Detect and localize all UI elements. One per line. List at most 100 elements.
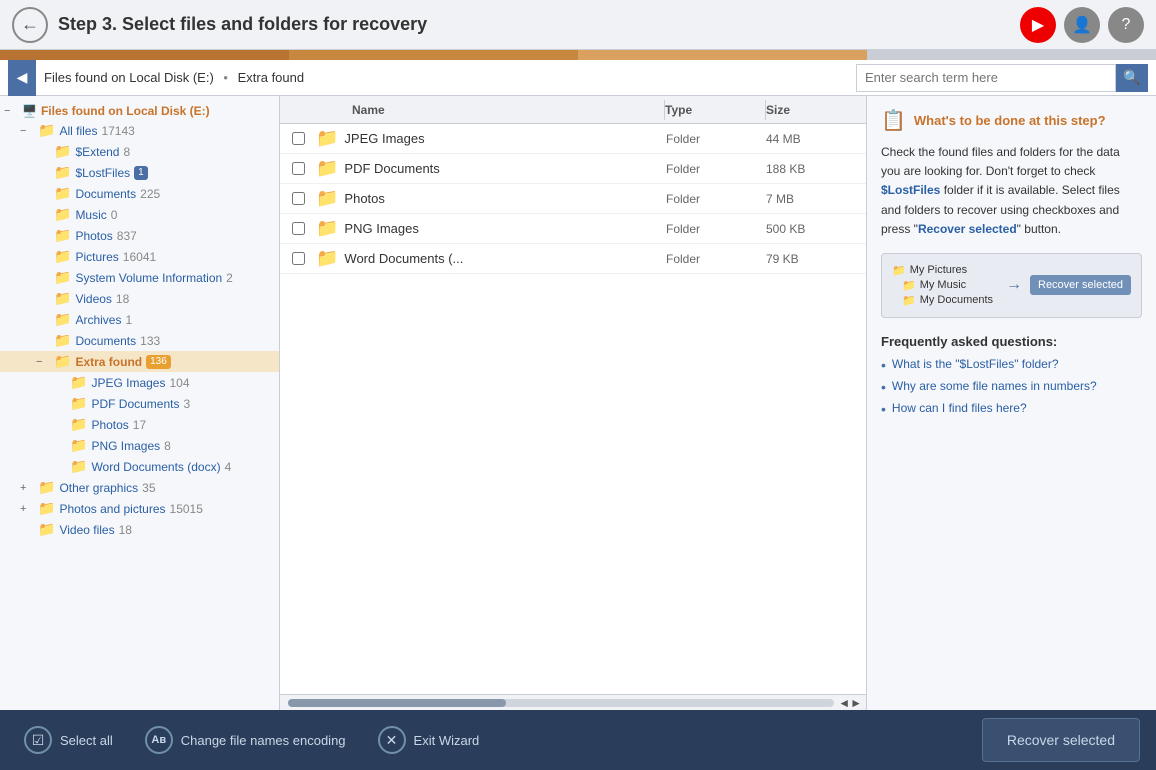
file-type-2: Folder — [666, 192, 766, 206]
file-row[interactable]: 📁 JPEG Images Folder 44 MB — [280, 124, 866, 154]
tree-panel: − 🖥️ Files found on Local Disk (E:) − 📁 … — [0, 96, 280, 710]
file-name-0: JPEG Images — [344, 131, 666, 146]
breadcrumb-current: Extra found — [238, 70, 305, 85]
file-name-3: PNG Images — [344, 221, 666, 236]
tree-label-video-files: Video files — [59, 523, 114, 537]
file-checkbox-1[interactable] — [280, 162, 316, 175]
tree-expand-all-files[interactable]: − — [20, 125, 34, 137]
search-input[interactable] — [856, 64, 1116, 92]
tree-item-photos[interactable]: + 📁 Photos 837 — [0, 225, 279, 246]
tree-label-photos: Photos — [75, 229, 112, 243]
folder-icon-sysvolinfo: 📁 — [54, 269, 71, 286]
back-button[interactable]: ← — [12, 7, 48, 43]
file-row[interactable]: 📁 PNG Images Folder 500 KB — [280, 214, 866, 244]
diagram-recover-button[interactable]: Recover selected — [1030, 275, 1131, 295]
tree-expand-photos-pictures[interactable]: + — [20, 503, 34, 515]
faq-link-0[interactable]: What is the "$LostFiles" folder? — [892, 357, 1059, 371]
checkbox-3[interactable] — [292, 222, 305, 235]
search-button[interactable]: 🔍 — [1116, 64, 1148, 92]
tree-item-photos2[interactable]: + 📁 Photos 17 — [0, 414, 279, 435]
faq-item-1: • Why are some file names in numbers? — [881, 379, 1142, 395]
folder-icon-extend: 📁 — [54, 143, 71, 160]
folder-icon-music: 📁 — [54, 206, 71, 223]
recover-selected-button[interactable]: Recover selected — [982, 718, 1140, 762]
file-name-2: Photos — [344, 191, 666, 206]
tree-item-photos-pictures[interactable]: + 📁 Photos and pictures 15015 — [0, 498, 279, 519]
tree-item-documents-133[interactable]: + 📁 Documents 133 — [0, 330, 279, 351]
tree-item-extrafound[interactable]: − 📁 Extra found 136 — [0, 351, 279, 372]
faq-section: Frequently asked questions: • What is th… — [881, 334, 1142, 417]
file-checkbox-2[interactable] — [280, 192, 316, 205]
faq-link-2[interactable]: How can I find files here? — [892, 401, 1027, 415]
tree-item-sysvolinfo[interactable]: + 📁 System Volume Information 2 — [0, 267, 279, 288]
youtube-button[interactable]: ▶ — [1020, 7, 1056, 43]
tree-item-pdf-docs[interactable]: + 📁 PDF Documents 3 — [0, 393, 279, 414]
scroll-left-arrow[interactable]: ◄ — [838, 696, 850, 710]
tree-count-all-files: 17143 — [101, 124, 134, 138]
file-checkbox-4[interactable] — [280, 252, 316, 265]
tree-label-word: Word Documents (docx) — [91, 460, 220, 474]
tree-item-documents[interactable]: + 📁 Documents 225 — [0, 183, 279, 204]
breadcrumb-back-button[interactable]: ◀ — [8, 60, 36, 96]
step-number: Step 3. — [58, 14, 117, 34]
file-checkbox-0[interactable] — [280, 132, 316, 145]
tree-count-archives: 1 — [125, 313, 132, 327]
tree-item-music[interactable]: + 📁 Music 0 — [0, 204, 279, 225]
folder-icon-png: 📁 — [70, 437, 87, 454]
exit-icon: ✕ — [378, 726, 406, 754]
tree-expand-other-graphics[interactable]: + — [20, 482, 34, 494]
tree-root-expand[interactable]: − — [4, 105, 18, 117]
tree-label-all-files: All files — [59, 124, 97, 138]
select-all-icon: ☑ — [24, 726, 52, 754]
tree-expand-extrafound[interactable]: − — [36, 356, 50, 368]
checkbox-2[interactable] — [292, 192, 305, 205]
file-row[interactable]: 📁 Photos Folder 7 MB — [280, 184, 866, 214]
checkbox-0[interactable] — [292, 132, 305, 145]
tree-item-lostfiles[interactable]: + 📁 $LostFiles 1 — [0, 162, 279, 183]
step-description: Select files and folders for recovery — [122, 14, 427, 34]
search-area: 🔍 — [856, 64, 1148, 92]
file-row[interactable]: 📁 Word Documents (... Folder 79 KB — [280, 244, 866, 274]
select-all-label: Select all — [60, 733, 113, 748]
tree-label-sysvolinfo: System Volume Information — [75, 271, 222, 285]
tree-item-video-files[interactable]: + 📁 Video files 18 — [0, 519, 279, 540]
file-type-3: Folder — [666, 222, 766, 236]
tree-label-videos: Videos — [75, 292, 111, 306]
tree-item-videos[interactable]: + 📁 Videos 18 — [0, 288, 279, 309]
tree-item-pictures[interactable]: + 📁 Pictures 16041 — [0, 246, 279, 267]
main-content: − 🖥️ Files found on Local Disk (E:) − 📁 … — [0, 96, 1156, 710]
help-button[interactable]: ? — [1108, 7, 1144, 43]
tree-item-jpeg-images[interactable]: + 📁 JPEG Images 104 — [0, 372, 279, 393]
user-button[interactable]: 👤 — [1064, 7, 1100, 43]
folder-icon-videos: 📁 — [54, 290, 71, 307]
recover-diagram: 📁 My Pictures 📁 My Music 📁 My Documents … — [881, 253, 1142, 318]
faq-link-1[interactable]: Why are some file names in numbers? — [892, 379, 1097, 393]
tree-item-png-images[interactable]: + 📁 PNG Images 8 — [0, 435, 279, 456]
folder-icon-photos2: 📁 — [70, 416, 87, 433]
tree-item-all-files[interactable]: − 📁 All files 17143 — [0, 120, 279, 141]
tree-item-word-docs[interactable]: + 📁 Word Documents (docx) 4 — [0, 456, 279, 477]
file-row[interactable]: 📁 PDF Documents Folder 188 KB — [280, 154, 866, 184]
tree-label-lostfiles: $LostFiles — [75, 166, 130, 180]
checkbox-1[interactable] — [292, 162, 305, 175]
file-checkbox-3[interactable] — [280, 222, 316, 235]
exit-wizard-button[interactable]: ✕ Exit Wizard — [370, 722, 488, 758]
folder-icon-archives: 📁 — [54, 311, 71, 328]
tree-item-extend[interactable]: + 📁 $Extend 8 — [0, 141, 279, 162]
folder-icon-word: 📁 — [70, 458, 87, 475]
folder-icon-extrafound: 📁 — [54, 353, 71, 370]
faq-bullet-0: • — [881, 357, 886, 373]
encoding-button[interactable]: Aв Change file names encoding — [137, 722, 354, 758]
tree-item-other-graphics[interactable]: + 📁 Other graphics 35 — [0, 477, 279, 498]
folder-icon-pictures: 📁 — [54, 248, 71, 265]
select-all-button[interactable]: ☑ Select all — [16, 722, 121, 758]
folder-icon-jpeg: 📁 — [70, 374, 87, 391]
scroll-right-arrow[interactable]: ► — [850, 696, 862, 710]
tree-item-archives[interactable]: + 📁 Archives 1 — [0, 309, 279, 330]
breadcrumb: Files found on Local Disk (E:) • Extra f… — [44, 70, 856, 85]
checkbox-4[interactable] — [292, 252, 305, 265]
tree-label-photos2: Photos — [91, 418, 128, 432]
back-icon: ← — [21, 14, 39, 35]
tree-root[interactable]: − 🖥️ Files found on Local Disk (E:) — [0, 102, 279, 120]
folder-icon-all-files: 📁 — [38, 122, 55, 139]
